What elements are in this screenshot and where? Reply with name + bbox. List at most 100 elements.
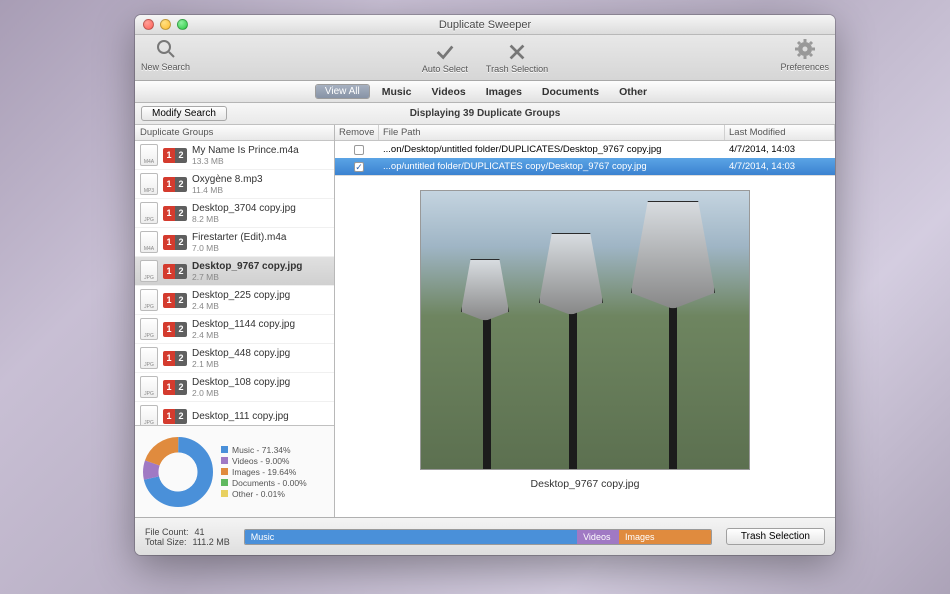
file-icon (140, 260, 158, 282)
file-size: 8.2 MB (192, 214, 329, 224)
duplicate-group-item[interactable]: 12 Desktop_1144 copy.jpg2.4 MB (135, 315, 334, 344)
count-badge: 12 (163, 148, 187, 163)
duplicate-group-item[interactable]: 12 Firestarter (Edit).m4a7.0 MB (135, 228, 334, 257)
preferences-button[interactable]: Preferences (780, 37, 829, 72)
duplicate-group-item[interactable]: 12 Desktop_3704 copy.jpg8.2 MB (135, 199, 334, 228)
file-size: 2.1 MB (192, 359, 329, 369)
file-row[interactable]: ...on/Desktop/untitled folder/DUPLICATES… (335, 141, 835, 158)
legend-item: Videos - 9.00% (221, 456, 307, 466)
duplicate-group-item[interactable]: 12 Desktop_108 copy.jpg2.0 MB (135, 373, 334, 402)
duplicate-group-item[interactable]: 12 Desktop_9767 copy.jpg2.7 MB (135, 257, 334, 286)
footer: File Count:41 Total Size:111.2 MB Music … (135, 517, 835, 555)
count-badge: 12 (163, 293, 187, 308)
preview-image (420, 190, 750, 470)
result-count-label: Displaying 39 Duplicate Groups (135, 108, 835, 119)
tab-images[interactable]: Images (478, 86, 530, 98)
check-icon (434, 41, 456, 63)
file-name: Desktop_111 copy.jpg (192, 411, 329, 422)
detail-header: Remove File Path Last Modified (335, 125, 835, 141)
duplicate-group-item[interactable]: 12 Oxygène 8.mp311.4 MB (135, 170, 334, 199)
count-badge: 12 (163, 206, 187, 221)
file-icon (140, 318, 158, 340)
titlebar: Duplicate Sweeper (135, 15, 835, 35)
bar-images: Images (619, 530, 711, 544)
file-size: 13.3 MB (192, 156, 329, 166)
tab-videos[interactable]: Videos (423, 86, 473, 98)
count-badge: 12 (163, 235, 187, 250)
count-badge: 12 (163, 380, 187, 395)
sidebar-header: Duplicate Groups (135, 125, 334, 141)
breakdown-chart: Music - 71.34%Videos - 9.00%Images - 19.… (135, 425, 334, 517)
app-window: Duplicate Sweeper New Search Auto Select… (135, 15, 835, 555)
trash-selection-toolbar-button[interactable]: Trash Selection (486, 41, 548, 74)
count-badge: 12 (163, 409, 187, 424)
file-path: ...op/untitled folder/DUPLICATES copy/De… (379, 161, 725, 172)
toolbar: New Search Auto Select Trash Selection P… (135, 35, 835, 81)
file-name: Firestarter (Edit).m4a (192, 232, 329, 243)
file-icon (140, 173, 158, 195)
bar-music: Music (245, 530, 577, 544)
legend-item: Documents - 0.00% (221, 478, 307, 488)
duplicate-group-list: 12 My Name Is Prince.m4a13.3 MB 12 Oxygè… (135, 141, 334, 425)
sidebar: Duplicate Groups 12 My Name Is Prince.m4… (135, 125, 335, 517)
file-name: Desktop_225 copy.jpg (192, 290, 329, 301)
x-icon (506, 41, 528, 63)
file-name: My Name Is Prince.m4a (192, 145, 329, 156)
chart-legend: Music - 71.34%Videos - 9.00%Images - 19.… (221, 444, 307, 500)
trash-selection-button[interactable]: Trash Selection (726, 528, 825, 545)
footer-stats: File Count:41 Total Size:111.2 MB (145, 527, 230, 547)
modified-date: 4/7/2014, 14:03 (725, 161, 835, 172)
count-badge: 12 (163, 322, 187, 337)
tab-other[interactable]: Other (611, 86, 655, 98)
file-icon (140, 376, 158, 398)
duplicate-group-item[interactable]: 12 Desktop_448 copy.jpg2.1 MB (135, 344, 334, 373)
remove-checkbox[interactable] (354, 162, 364, 172)
file-size: 2.4 MB (192, 301, 329, 311)
detail-pane: Remove File Path Last Modified ...on/Des… (335, 125, 835, 517)
window-title: Duplicate Sweeper (135, 19, 835, 31)
file-size: 11.4 MB (192, 185, 329, 195)
size-bar: Music Videos Images (244, 529, 712, 545)
file-path: ...on/Desktop/untitled folder/DUPLICATES… (379, 144, 725, 155)
file-size: 2.4 MB (192, 330, 329, 340)
legend-item: Music - 71.34% (221, 445, 307, 455)
file-row[interactable]: ...op/untitled folder/DUPLICATES copy/De… (335, 158, 835, 175)
bar-videos: Videos (577, 530, 619, 544)
file-name: Desktop_9767 copy.jpg (192, 261, 329, 272)
file-name: Desktop_448 copy.jpg (192, 348, 329, 359)
filter-tabs: View All Music Videos Images Documents O… (135, 81, 835, 103)
preview-caption: Desktop_9767 copy.jpg (531, 478, 640, 490)
file-name: Desktop_1144 copy.jpg (192, 319, 329, 330)
file-size: 2.7 MB (192, 272, 329, 282)
file-icon (140, 144, 158, 166)
duplicate-group-item[interactable]: 12 My Name Is Prince.m4a13.3 MB (135, 141, 334, 170)
remove-checkbox[interactable] (354, 145, 364, 155)
file-size: 2.0 MB (192, 388, 329, 398)
file-name: Desktop_108 copy.jpg (192, 377, 329, 388)
duplicate-group-item[interactable]: 12 Desktop_111 copy.jpg (135, 402, 334, 425)
duplicate-group-item[interactable]: 12 Desktop_225 copy.jpg2.4 MB (135, 286, 334, 315)
new-search-button[interactable]: New Search (141, 37, 190, 72)
file-name: Desktop_3704 copy.jpg (192, 203, 329, 214)
view-all-segment[interactable]: View All (315, 84, 370, 99)
file-icon (140, 347, 158, 369)
file-icon (140, 289, 158, 311)
count-badge: 12 (163, 351, 187, 366)
modified-date: 4/7/2014, 14:03 (725, 144, 835, 155)
file-size: 7.0 MB (192, 243, 329, 253)
legend-item: Images - 19.64% (221, 467, 307, 477)
gear-icon (793, 37, 817, 61)
subheader: Modify Search Displaying 39 Duplicate Gr… (135, 103, 835, 125)
pie-chart (143, 437, 213, 507)
legend-item: Other - 0.01% (221, 489, 307, 499)
file-icon (140, 202, 158, 224)
file-icon (140, 405, 158, 425)
file-icon (140, 231, 158, 253)
count-badge: 12 (163, 177, 187, 192)
auto-select-button[interactable]: Auto Select (422, 41, 468, 74)
tab-music[interactable]: Music (374, 86, 420, 98)
count-badge: 12 (163, 264, 187, 279)
tab-documents[interactable]: Documents (534, 86, 607, 98)
modify-search-button[interactable]: Modify Search (141, 106, 227, 121)
file-name: Oxygène 8.mp3 (192, 174, 329, 185)
